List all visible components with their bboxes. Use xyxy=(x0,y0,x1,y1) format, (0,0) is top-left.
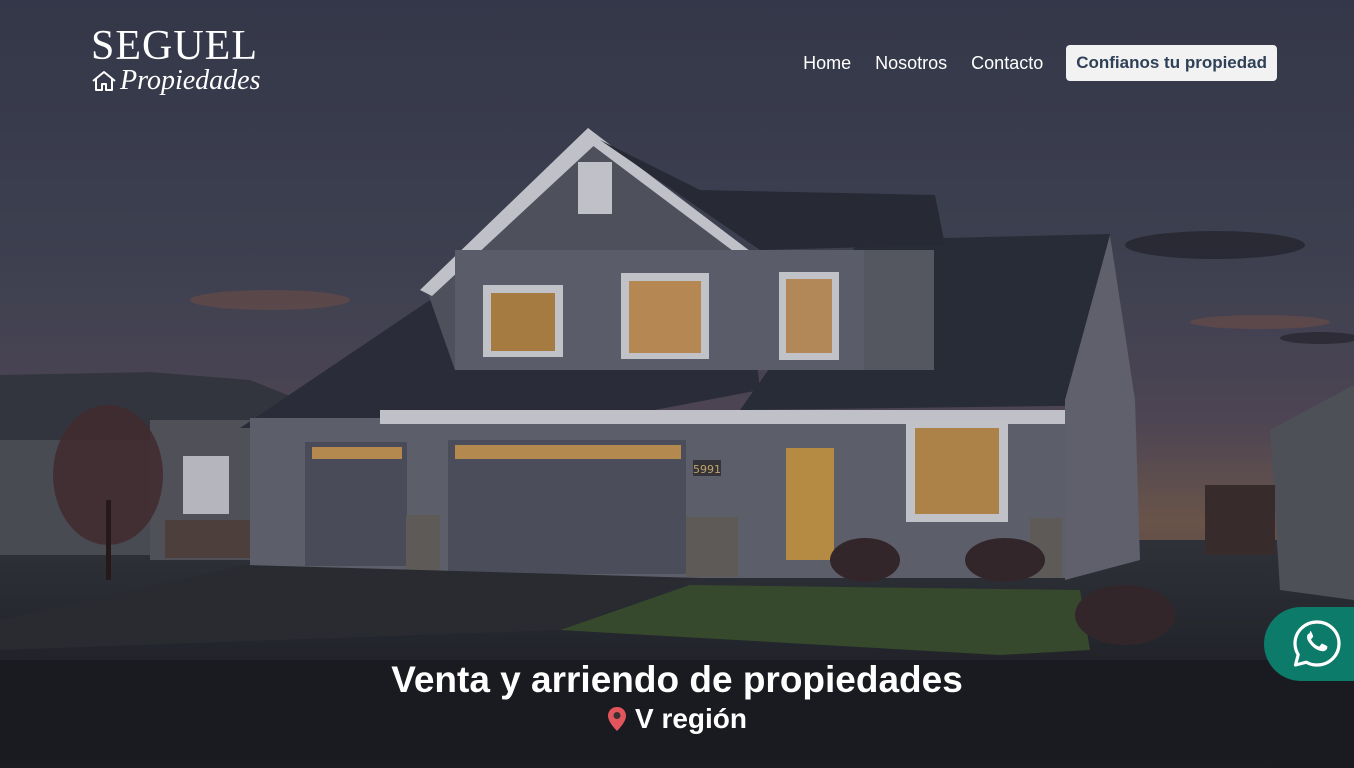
main-nav: Home Nosotros Contacto Confianos tu prop… xyxy=(779,45,1277,81)
house-outline-icon xyxy=(92,71,116,91)
nav-nosotros[interactable]: Nosotros xyxy=(875,53,947,74)
hero-background: 5991 xyxy=(0,0,1354,768)
nav-home[interactable]: Home xyxy=(803,53,851,74)
logo-sub: Propiedades xyxy=(91,67,261,95)
whatsapp-button[interactable] xyxy=(1264,607,1354,681)
logo-tagline: Propiedades xyxy=(120,65,261,96)
location-text: V región xyxy=(634,703,747,734)
hero-headline: Venta y arriendo de propiedades V región xyxy=(0,658,1354,735)
nav-contacto[interactable]: Contacto xyxy=(971,53,1043,74)
map-pin-icon xyxy=(607,707,626,731)
cta-button[interactable]: Confianos tu propiedad xyxy=(1066,45,1277,81)
hero-title: Venta y arriendo de propiedades xyxy=(391,659,963,700)
site-logo[interactable]: SEGUEL Propiedades xyxy=(91,23,261,95)
hero-location: V región xyxy=(0,703,1354,735)
whatsapp-icon xyxy=(1293,620,1341,667)
logo-brand: SEGUEL xyxy=(91,23,258,69)
